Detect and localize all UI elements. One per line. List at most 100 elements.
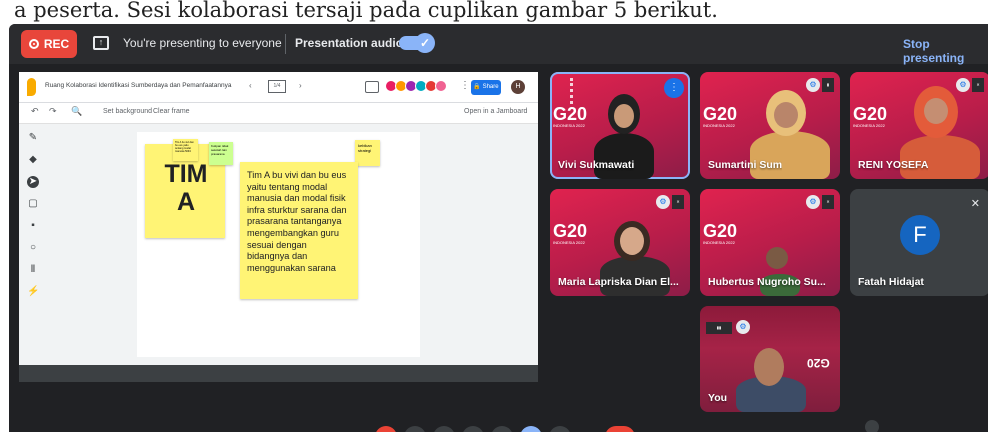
eraser-icon[interactable]: ◆ bbox=[27, 154, 39, 166]
participant-tile[interactable]: G20 INDONESIA 2022 ⚙ ✕ Maria Lapriska Dia… bbox=[550, 189, 690, 296]
share-label: Share bbox=[482, 84, 499, 90]
g20-decoration bbox=[570, 78, 585, 104]
pin-icon: ⚙ bbox=[806, 195, 820, 209]
recording-button[interactable]: REC bbox=[21, 30, 77, 58]
more-control[interactable] bbox=[549, 426, 571, 432]
participant-tile[interactable]: ✕ F Fatah Hidajat bbox=[850, 189, 988, 296]
g20-logo: G20 INDONESIA 2022 bbox=[853, 104, 888, 128]
participant-tile[interactable]: G20 INDONESIA 2022 ⚙ ▮ Sumartini Sum bbox=[700, 72, 840, 179]
frame-counter[interactable]: 1/4 bbox=[268, 80, 286, 93]
participant-face bbox=[766, 247, 788, 269]
select-icon[interactable]: ➤ bbox=[27, 176, 39, 188]
stop-presenting-button[interactable]: Stop presenting bbox=[903, 37, 988, 65]
participant-badges: ⚙ ✕ bbox=[806, 195, 834, 209]
share-button[interactable]: 🔒 Share bbox=[471, 80, 501, 95]
raise-hand-control[interactable] bbox=[491, 426, 513, 432]
participant-face bbox=[924, 98, 948, 124]
participant-face bbox=[754, 348, 784, 386]
participant-face bbox=[620, 227, 644, 255]
participant-name: RENI YOSEFA bbox=[858, 159, 929, 171]
g20-logo: G20 INDONESIA 2022 bbox=[553, 104, 588, 128]
participant-face bbox=[614, 104, 634, 128]
participant-badges: ⚙ ✕ bbox=[956, 78, 984, 92]
org-logo-icon: ▮ bbox=[822, 78, 834, 92]
pin-icon: ⚙ bbox=[736, 320, 750, 334]
mic-off-icon: ✕ bbox=[822, 195, 834, 209]
laser-icon[interactable]: ⚡ bbox=[27, 286, 39, 298]
participant-badges: ⚙ ▮ bbox=[806, 78, 834, 92]
end-call-control[interactable] bbox=[375, 426, 397, 432]
bar-divider bbox=[285, 34, 286, 54]
presentation-audio-toggle[interactable]: ✓ bbox=[399, 33, 435, 53]
presentation-audio-label: Presentation audio bbox=[295, 36, 404, 50]
jamboard-logo-icon bbox=[27, 78, 36, 96]
redo-icon[interactable]: ↷ bbox=[49, 106, 57, 117]
jamboard-window: Ruang Kolaborasi Identifikasi Sumberdaya… bbox=[19, 72, 538, 365]
participant-video bbox=[594, 133, 654, 179]
collaborator-avatars[interactable] bbox=[385, 80, 447, 92]
document-caption: a peserta. Sesi kolaborasi tersaji pada … bbox=[14, 0, 718, 22]
participant-name: Maria Lapriska Dian El... bbox=[558, 276, 679, 288]
mic-off-icon: ✕ bbox=[970, 198, 980, 210]
pin-icon: ⚙ bbox=[656, 195, 670, 209]
sticky-note-small[interactable]: Tim A bu vivi dan bu eus yaitu tentang m… bbox=[173, 139, 198, 161]
g20-logo: G20 INDONESIA 2022 bbox=[703, 104, 738, 128]
participant-name: Hubertus Nugroho Su... bbox=[708, 276, 826, 288]
prev-frame-icon[interactable]: ‹ bbox=[249, 81, 252, 90]
speaking-indicator-icon: ⋮ bbox=[664, 78, 684, 98]
sticky-note-main[interactable]: Tim A bu vivi dan bu eus yaitu tentang m… bbox=[240, 162, 358, 299]
org-logo-icon: ▮▮ bbox=[706, 322, 732, 334]
presenting-status: You're presenting to everyone bbox=[123, 36, 282, 50]
sticky-note-icon[interactable]: ▢ bbox=[27, 198, 39, 210]
pen-icon[interactable]: ✎ bbox=[27, 132, 39, 144]
self-view-tile[interactable]: ▮▮ ⚙ G20 You bbox=[700, 306, 840, 412]
g20-logo: G20 bbox=[807, 356, 830, 370]
mic-control[interactable] bbox=[404, 426, 426, 432]
check-icon: ✓ bbox=[415, 33, 435, 53]
participant-tile[interactable]: G20 INDONESIA 2022 ⚙ ✕ Hubertus Nugroho S… bbox=[700, 189, 840, 296]
rec-label: REC bbox=[43, 37, 70, 51]
leave-call-control[interactable] bbox=[605, 426, 635, 432]
next-frame-icon[interactable]: › bbox=[299, 81, 302, 90]
meet-window: REC ↑ You're presenting to everyone Pres… bbox=[9, 24, 988, 432]
sticky-note-green[interactable]: Kutipan tidak sekolah lain prasarana bbox=[209, 142, 233, 165]
participant-avatar: F bbox=[900, 215, 940, 255]
participant-tile[interactable]: G20 INDONESIA 2022 ⋮ Vivi Sukmawati bbox=[550, 72, 690, 179]
participant-tile[interactable]: G20 INDONESIA 2022 ⚙ ✕ RENI YOSEFA bbox=[850, 72, 988, 179]
camera-control[interactable] bbox=[433, 426, 455, 432]
presenting-bar: REC ↑ You're presenting to everyone Pres… bbox=[9, 24, 988, 65]
present-screen-icon: ↑ bbox=[93, 36, 109, 50]
undo-icon[interactable]: ↶ bbox=[31, 106, 39, 117]
more-options-icon[interactable]: ⋮ bbox=[460, 80, 470, 91]
sticky-note-strategy[interactable]: kebikan strategi bbox=[355, 140, 380, 166]
participant-video bbox=[750, 131, 830, 179]
g20-logo: G20 INDONESIA 2022 bbox=[703, 221, 738, 245]
present-icon[interactable] bbox=[365, 81, 379, 93]
participant-badges: ⚙ ✕ bbox=[656, 195, 684, 209]
participant-face bbox=[774, 102, 798, 128]
mic-off-icon: ✕ bbox=[972, 78, 984, 92]
participant-name: Vivi Sukmawati bbox=[558, 159, 635, 171]
text-box-icon[interactable]: Ⅱ bbox=[27, 264, 39, 276]
account-avatar[interactable]: H bbox=[511, 80, 525, 94]
mic-off-icon: ✕ bbox=[672, 195, 684, 209]
participant-video bbox=[900, 135, 980, 179]
pin-icon: ⚙ bbox=[806, 78, 820, 92]
jamboard-toolbar: ↶ ↷ 🔍 Set background Clear frame Open in… bbox=[19, 103, 538, 124]
captions-control[interactable] bbox=[462, 426, 484, 432]
participant-name: Sumartini Sum bbox=[708, 159, 783, 171]
pin-icon: ⚙ bbox=[956, 78, 970, 92]
circle-icon[interactable]: ○ bbox=[27, 242, 39, 254]
open-in-jamboard-button[interactable]: Open in a Jamboard bbox=[464, 108, 527, 115]
clear-frame-button[interactable]: Clear frame bbox=[153, 108, 190, 115]
participant-name: You bbox=[708, 392, 728, 404]
host-controls-icon[interactable] bbox=[865, 420, 879, 432]
set-background-button[interactable]: Set background bbox=[103, 108, 152, 115]
zoom-icon[interactable]: 🔍 bbox=[71, 106, 82, 117]
present-control[interactable] bbox=[520, 426, 542, 432]
image-icon[interactable]: ▪ bbox=[27, 220, 39, 232]
g20-logo: G20 INDONESIA 2022 bbox=[553, 221, 588, 245]
participant-name: Fatah Hidajat bbox=[858, 276, 924, 288]
jamboard-title[interactable]: Ruang Kolaborasi Identifikasi Sumberdaya… bbox=[45, 82, 231, 89]
jamboard-canvas[interactable]: TIM A Tim A bu vivi dan bu eus yaitu ten… bbox=[137, 132, 420, 357]
